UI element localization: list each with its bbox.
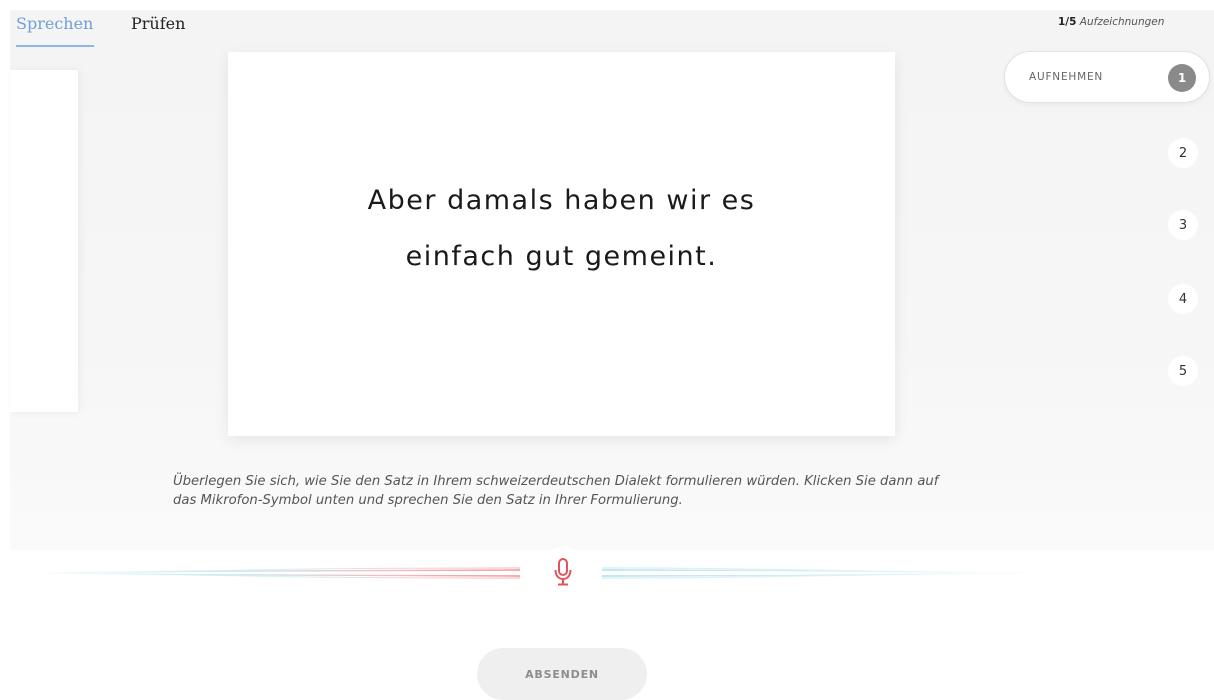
- recording-counter: 1/5 Aufzeichnungen: [1058, 16, 1164, 28]
- step-1-record[interactable]: AUFNEHMEN 1: [1004, 51, 1210, 103]
- step-2[interactable]: 2: [1168, 138, 1198, 168]
- sentence-line-2: einfach gut gemeint.: [405, 241, 718, 272]
- microphone-button[interactable]: [538, 547, 588, 597]
- sentence-text: Aber damals haben wir es einfach gut gem…: [342, 173, 782, 285]
- step-number-1: 1: [1168, 64, 1196, 92]
- tab-bar: Sprechen Prüfen: [16, 12, 185, 47]
- tab-pruefen[interactable]: Prüfen: [131, 12, 185, 47]
- counter-count: 1/5: [1058, 16, 1077, 28]
- step-3[interactable]: 3: [1168, 210, 1198, 240]
- step-record-label: AUFNEHMEN: [1029, 71, 1104, 83]
- instructions-text: Überlegen Sie sich, wie Sie den Satz in …: [173, 474, 939, 508]
- waveform-left: [0, 567, 521, 579]
- submit-button[interactable]: ABSENDEN: [477, 648, 647, 700]
- previous-card: [10, 70, 78, 412]
- counter-label: Aufzeichnungen: [1079, 16, 1165, 28]
- sentence-line-1: Aber damals haben wir es: [367, 185, 756, 216]
- sentence-card: Aber damals haben wir es einfach gut gem…: [228, 52, 895, 436]
- microphone-icon: [554, 558, 572, 586]
- step-5[interactable]: 5: [1168, 356, 1198, 386]
- waveform-right: [602, 567, 1062, 579]
- step-4[interactable]: 4: [1168, 284, 1198, 314]
- tab-sprechen[interactable]: Sprechen: [16, 12, 94, 47]
